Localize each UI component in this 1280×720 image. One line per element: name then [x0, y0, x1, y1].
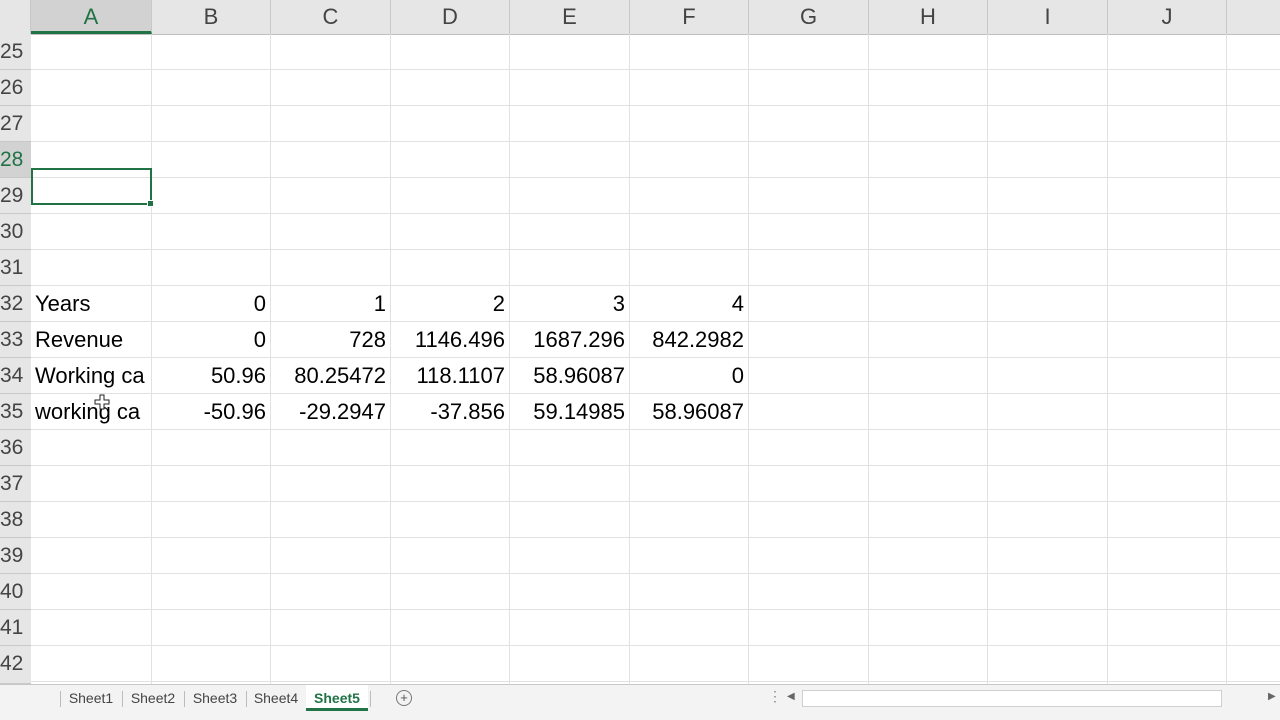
cell-a35[interactable]: working ca — [31, 394, 151, 430]
row-header-40[interactable]: 40 — [0, 574, 31, 610]
row-header-37[interactable]: 37 — [0, 466, 31, 502]
gridline — [31, 573, 1280, 574]
gridline — [31, 645, 1280, 646]
cell-select-cursor-icon — [94, 394, 110, 410]
add-sheet-button[interactable]: + — [396, 690, 412, 706]
column-header-bar: A B C D E F G H I J — [0, 0, 1280, 35]
column-header-f[interactable]: F — [630, 0, 749, 34]
row-header-28[interactable]: 28 — [0, 142, 31, 178]
cell-f34[interactable]: 0 — [629, 358, 748, 394]
cell-d35[interactable]: -37.856 — [390, 394, 509, 430]
gridline — [987, 34, 988, 684]
row-header-26[interactable]: 26 — [0, 70, 31, 106]
gridline — [31, 105, 1280, 106]
row-header-36[interactable]: 36 — [0, 430, 31, 466]
cell-e33[interactable]: 1687.296 — [509, 322, 629, 358]
tab-divider — [370, 691, 371, 707]
gridline — [1226, 34, 1227, 684]
cell-b33[interactable]: 0 — [151, 322, 270, 358]
cell-grid[interactable]: Years 0 1 2 3 4 Revenue 0 728 1146.496 1… — [31, 34, 1280, 684]
status-bar — [0, 712, 1280, 720]
gridline — [31, 609, 1280, 610]
cell-d33[interactable]: 1146.496 — [390, 322, 509, 358]
tab-splitter-handle[interactable]: ⋮ — [768, 688, 782, 705]
cell-f35[interactable]: 58.96087 — [629, 394, 748, 430]
cell-f32[interactable]: 4 — [629, 286, 748, 322]
tab-sheet1[interactable]: Sheet1 — [61, 685, 121, 711]
column-header-e[interactable]: E — [510, 0, 630, 34]
tab-sheet5[interactable]: Sheet5 — [306, 685, 368, 711]
column-header-g[interactable]: G — [749, 0, 869, 34]
gridline — [31, 537, 1280, 538]
cell-b35[interactable]: -50.96 — [151, 394, 270, 430]
gridline — [31, 141, 1280, 142]
active-cell-selection[interactable] — [31, 168, 154, 207]
row-header-42[interactable]: 42 — [0, 646, 31, 684]
cell-c33[interactable]: 728 — [270, 322, 390, 358]
cell-b32[interactable]: 0 — [151, 286, 270, 322]
row-header-32[interactable]: 32 — [0, 286, 31, 322]
cell-a32[interactable]: Years — [31, 286, 151, 322]
horizontal-scrollbar[interactable] — [802, 690, 1222, 707]
cell-c32[interactable]: 1 — [270, 286, 390, 322]
select-all-corner[interactable] — [0, 0, 31, 34]
gridline — [31, 465, 1280, 466]
cell-d34[interactable]: 118.1107 — [390, 358, 509, 394]
tab-sheet2[interactable]: Sheet2 — [123, 685, 183, 711]
column-header-d[interactable]: D — [391, 0, 510, 34]
cell-e32[interactable]: 3 — [509, 286, 629, 322]
row-header-39[interactable]: 39 — [0, 538, 31, 574]
cell-b34[interactable]: 50.96 — [151, 358, 270, 394]
gridline — [31, 177, 1280, 178]
sheet-tab-bar: Sheet1 Sheet2 Sheet3 Sheet4 Sheet5 + ⋮ ◀… — [0, 684, 1280, 712]
cell-a33[interactable]: Revenue — [31, 322, 151, 358]
row-header-27[interactable]: 27 — [0, 106, 31, 142]
cell-c35[interactable]: -29.2947 — [270, 394, 390, 430]
column-header-h[interactable]: H — [869, 0, 988, 34]
row-header-31[interactable]: 31 — [0, 250, 31, 286]
row-header-33[interactable]: 33 — [0, 322, 31, 358]
row-header-29[interactable]: 29 — [0, 178, 31, 214]
cell-e34[interactable]: 58.96087 — [509, 358, 629, 394]
column-header-a[interactable]: A — [31, 0, 152, 34]
row-header-38[interactable]: 38 — [0, 502, 31, 538]
cell-d32[interactable]: 2 — [390, 286, 509, 322]
gridline — [31, 69, 1280, 70]
column-header-j[interactable]: J — [1108, 0, 1227, 34]
gridline — [868, 34, 869, 684]
row-header-41[interactable]: 41 — [0, 610, 31, 646]
gridline — [748, 34, 749, 684]
gridline — [31, 249, 1280, 250]
cell-c34[interactable]: 80.25472 — [270, 358, 390, 394]
gridline — [31, 501, 1280, 502]
scroll-left-arrow-icon[interactable]: ◀ — [787, 691, 795, 702]
column-header-c[interactable]: C — [271, 0, 391, 34]
column-header-b[interactable]: B — [152, 0, 271, 34]
gridline — [1107, 34, 1108, 684]
cell-a34[interactable]: Working ca — [31, 358, 151, 394]
row-header-34[interactable]: 34 — [0, 358, 31, 394]
row-header-25[interactable]: 25 — [0, 34, 31, 70]
column-header-k-partial[interactable] — [1227, 0, 1280, 34]
scroll-right-arrow-icon[interactable]: ▶ — [1268, 691, 1276, 702]
tab-sheet3[interactable]: Sheet3 — [185, 685, 245, 711]
column-header-i[interactable]: I — [988, 0, 1108, 34]
row-header-30[interactable]: 30 — [0, 214, 31, 250]
gridline — [31, 213, 1280, 214]
tab-sheet4[interactable]: Sheet4 — [247, 685, 305, 711]
cell-e35[interactable]: 59.14985 — [509, 394, 629, 430]
gridline — [31, 681, 1280, 682]
cell-f33[interactable]: 842.2982 — [629, 322, 748, 358]
row-header-35[interactable]: 35 — [0, 394, 31, 430]
